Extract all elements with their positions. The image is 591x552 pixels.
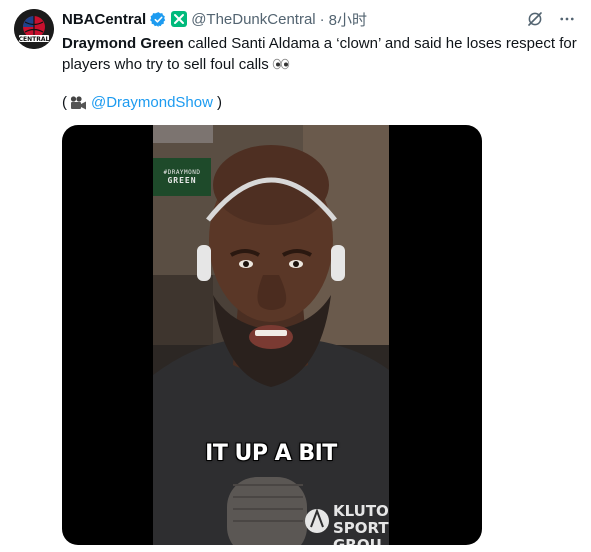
avatar-label: CENTRAL bbox=[19, 36, 50, 43]
credit-open-paren: ( bbox=[62, 94, 67, 111]
credit-close-paren: ) bbox=[216, 94, 222, 111]
tweet-card[interactable]: CENTRAL NBACentral @TheDunkCentral · 8小时 bbox=[0, 0, 591, 552]
draymond-green-logo: #DRAYMOND GREEN bbox=[153, 158, 211, 196]
affiliate-badge-icon[interactable] bbox=[171, 11, 188, 27]
eyes-emoji-icon bbox=[272, 55, 290, 76]
logo-bottom-text: GREEN bbox=[167, 176, 197, 185]
tweet-header: NBACentral @TheDunkCentral · 8小时 bbox=[62, 8, 367, 30]
author-handle[interactable]: @TheDunkCentral bbox=[191, 11, 315, 28]
video-frame[interactable]: #DRAYMOND GREEN IT UP A BIT KLUTO SPORT … bbox=[153, 125, 389, 545]
credit-link[interactable]: @DraymondShow bbox=[91, 92, 213, 113]
tweet-timestamp[interactable]: 8小时 bbox=[329, 9, 367, 30]
tweet-text: Draymond Green called Santi Aldama a ‘cl… bbox=[62, 33, 577, 76]
author-display-name[interactable]: NBACentral bbox=[62, 11, 146, 28]
tweet-top-actions bbox=[525, 8, 577, 30]
avatar[interactable]: CENTRAL bbox=[14, 9, 54, 49]
video-caption: IT UP A BIT bbox=[205, 441, 337, 466]
more-icon[interactable] bbox=[557, 9, 577, 29]
video-player[interactable]: #DRAYMOND GREEN IT UP A BIT KLUTO SPORT … bbox=[62, 125, 482, 545]
sponsor-line-2: SPORT bbox=[333, 519, 389, 537]
verified-badge-icon[interactable] bbox=[150, 11, 167, 28]
sponsor-logo-text: KLUTO SPORT GROU bbox=[333, 502, 389, 546]
sponsor-line-1: KLUTO bbox=[333, 502, 389, 520]
sponsor-line-3: GROU bbox=[333, 536, 382, 546]
grok-icon[interactable] bbox=[525, 9, 545, 29]
tweet-text-bold-name: Draymond Green bbox=[62, 35, 184, 52]
video-credit: ( @DraymondShow ) bbox=[62, 92, 222, 113]
header-separator: · bbox=[319, 10, 325, 28]
nba-central-logo-icon: CENTRAL bbox=[14, 9, 54, 49]
video-camera-icon bbox=[69, 95, 87, 111]
